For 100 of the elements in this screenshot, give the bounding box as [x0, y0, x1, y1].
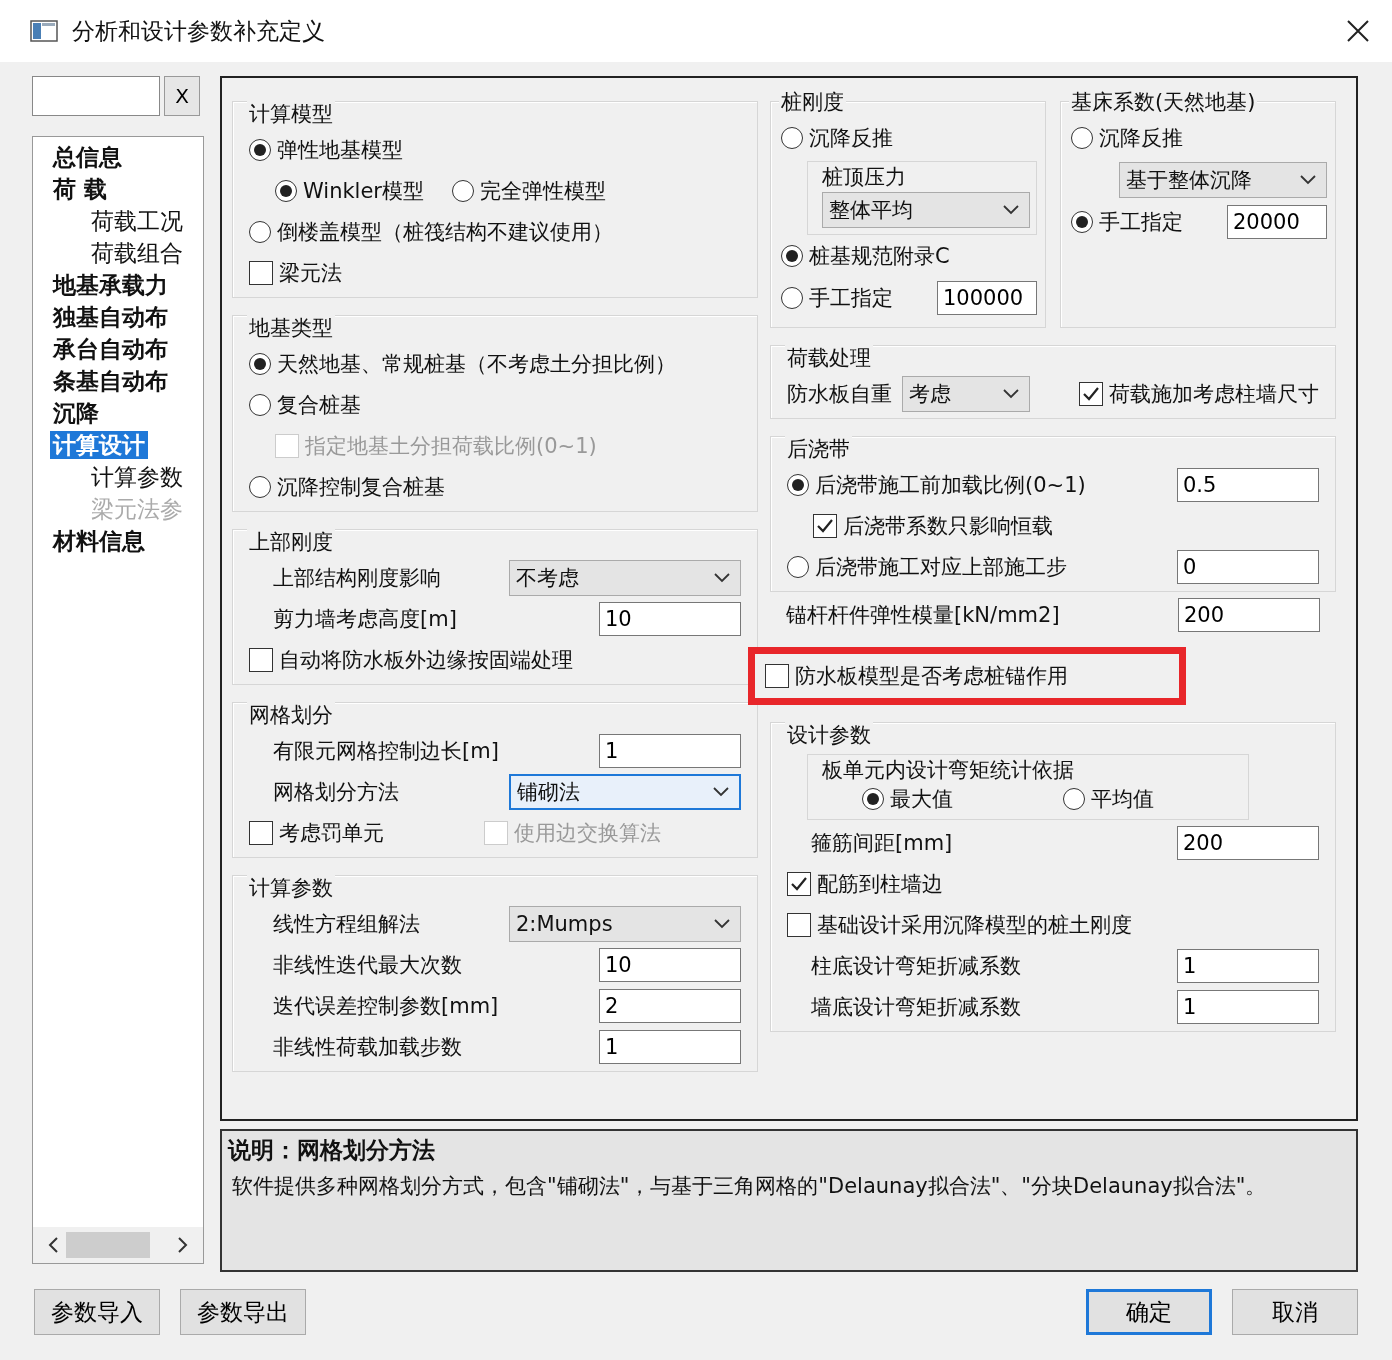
dropdown[interactable]: 考虑: [902, 375, 1030, 412]
field-label: 有限元网格控制边长[m]: [272, 737, 499, 765]
dropdown[interactable]: 整体平均: [822, 192, 1030, 228]
tree-item[interactable]: 总信息: [53, 143, 122, 171]
dialog-button[interactable]: 参数导出: [180, 1289, 306, 1335]
field-label: 线性方程组解法: [272, 910, 420, 938]
tree-item[interactable]: 承台自动布: [53, 335, 168, 363]
radio-button[interactable]: [787, 473, 809, 496]
clear-button[interactable]: X: [164, 76, 200, 116]
checkbox-label[interactable]: 荷载施加考虑柱墙尺寸: [1109, 379, 1319, 408]
chevron-down-icon: [714, 918, 730, 929]
radio-label[interactable]: 后浇带施工前加载比例(0~1): [815, 470, 1086, 499]
radio-button[interactable]: [862, 788, 884, 810]
radio-button[interactable]: [275, 179, 297, 202]
tree-item[interactable]: 沉降: [53, 399, 99, 427]
checkbox-label[interactable]: 自动将防水板外边缘按固端处理: [279, 645, 573, 674]
scroll-left-icon[interactable]: [47, 1236, 61, 1254]
radio-button[interactable]: [249, 138, 271, 161]
radio-button[interactable]: [1071, 127, 1093, 149]
radio-label[interactable]: 沉降控制复合桩基: [277, 472, 445, 501]
dropdown[interactable]: 2:Mumps: [509, 905, 741, 942]
field-label: 非线性荷载加载步数: [272, 1033, 462, 1061]
window-title: 分析和设计参数补充定义: [72, 16, 326, 46]
checkbox[interactable]: [249, 820, 273, 845]
radio-button[interactable]: [249, 393, 271, 416]
radio-button[interactable]: [781, 245, 803, 267]
radio-label[interactable]: 最大值: [890, 785, 953, 813]
radio-button[interactable]: [452, 179, 474, 202]
dropdown[interactable]: 不考虑: [509, 559, 741, 596]
radio-label[interactable]: 弹性地基模型: [277, 135, 403, 164]
close-icon[interactable]: [1346, 19, 1370, 43]
input-field[interactable]: 10: [599, 601, 741, 636]
input-field[interactable]: 10: [599, 947, 741, 982]
radio-button[interactable]: [249, 220, 271, 243]
checkbox-label[interactable]: 基础设计采用沉降模型的桩土刚度: [817, 910, 1132, 939]
checkbox-label[interactable]: 后浇带系数只影响恒载: [843, 511, 1053, 540]
checkbox[interactable]: [787, 871, 811, 896]
radio-label[interactable]: 平均值: [1091, 785, 1154, 813]
field-label: 网格划分方法: [272, 778, 399, 806]
scroll-thumb[interactable]: [66, 1232, 150, 1258]
tree-item[interactable]: 荷载工况: [91, 207, 183, 235]
tree-item[interactable]: 条基自动布: [53, 367, 168, 395]
tree-item[interactable]: 地基承载力: [53, 271, 168, 299]
checkbox[interactable]: [765, 664, 789, 688]
input-field[interactable]: 1: [1177, 948, 1319, 983]
horizontal-scrollbar[interactable]: [33, 1227, 203, 1263]
radio-button[interactable]: [787, 555, 809, 578]
input-field[interactable]: 100000: [937, 281, 1037, 315]
checkbox[interactable]: [787, 912, 811, 937]
checkbox[interactable]: [1079, 381, 1103, 406]
radio-button[interactable]: [1063, 788, 1085, 810]
tree-item[interactable]: 计算设计: [50, 431, 148, 459]
input-field[interactable]: 2: [599, 988, 741, 1023]
radio-label[interactable]: 后浇带施工对应上部施工步: [815, 552, 1067, 581]
radio-button[interactable]: [249, 352, 271, 375]
dropdown[interactable]: 基于整体沉降: [1119, 162, 1327, 198]
radio-button[interactable]: [781, 127, 803, 149]
dropdown[interactable]: 铺砌法: [509, 773, 741, 810]
group-title: 板单元内设计弯矩统计依据: [822, 757, 1075, 784]
checkbox-label[interactable]: 配筋到柱墙边: [817, 869, 943, 898]
input-field[interactable]: 200: [1177, 825, 1319, 860]
tree-item[interactable]: 独基自动布: [53, 303, 168, 331]
checkbox-label[interactable]: 防水板模型是否考虑桩锚作用: [795, 662, 1068, 690]
input-field[interactable]: 1: [599, 733, 741, 768]
radio-label[interactable]: 沉降反推: [809, 124, 893, 152]
radio-label[interactable]: 手工指定: [809, 284, 893, 312]
radio-button[interactable]: [781, 287, 803, 309]
dialog-button[interactable]: 确定: [1086, 1289, 1212, 1335]
radio-label[interactable]: 天然地基、常规桩基（不考虑土分担比例）: [277, 349, 676, 378]
scroll-right-icon[interactable]: [175, 1236, 189, 1254]
field-label: 迭代误差控制参数[mm]: [272, 992, 499, 1020]
checkbox[interactable]: [249, 260, 273, 285]
input-field[interactable]: 1: [1177, 989, 1319, 1024]
tree-item[interactable]: 材料信息: [53, 527, 145, 555]
radio-button[interactable]: [1071, 211, 1093, 233]
radio-label[interactable]: 桩基规范附录C: [809, 242, 950, 270]
input-field[interactable]: 20000: [1227, 205, 1327, 239]
radio-label[interactable]: 复合桩基: [277, 390, 361, 419]
radio-label[interactable]: 手工指定: [1099, 208, 1183, 236]
input-field[interactable]: 200: [1178, 597, 1320, 632]
input-field[interactable]: 0: [1177, 549, 1319, 584]
tree-item[interactable]: 计算参数: [91, 463, 183, 491]
field-label: 防水板自重: [787, 380, 892, 408]
radio-label[interactable]: Winkler模型: [303, 176, 424, 205]
dialog-button[interactable]: 取消: [1232, 1289, 1358, 1335]
tree-item[interactable]: 荷载组合: [91, 239, 183, 267]
search-field[interactable]: [32, 76, 160, 116]
checkbox-label[interactable]: 考虑罚单元: [279, 818, 384, 847]
input-field[interactable]: 0.5: [1177, 467, 1319, 502]
radio-label[interactable]: 沉降反推: [1099, 124, 1183, 152]
radio-label[interactable]: 倒楼盖模型（桩筏结构不建议使用）: [277, 217, 613, 246]
checkbox[interactable]: [813, 513, 837, 538]
field-label: 墙底设计弯矩折减系数: [810, 993, 1021, 1021]
input-field[interactable]: 1: [599, 1029, 741, 1064]
checkbox-label[interactable]: 梁元法: [279, 258, 342, 287]
radio-button[interactable]: [249, 475, 271, 498]
checkbox[interactable]: [249, 647, 273, 672]
tree-item[interactable]: 荷 载: [53, 175, 107, 203]
dialog-button[interactable]: 参数导入: [34, 1289, 160, 1335]
radio-label[interactable]: 完全弹性模型: [480, 176, 606, 205]
